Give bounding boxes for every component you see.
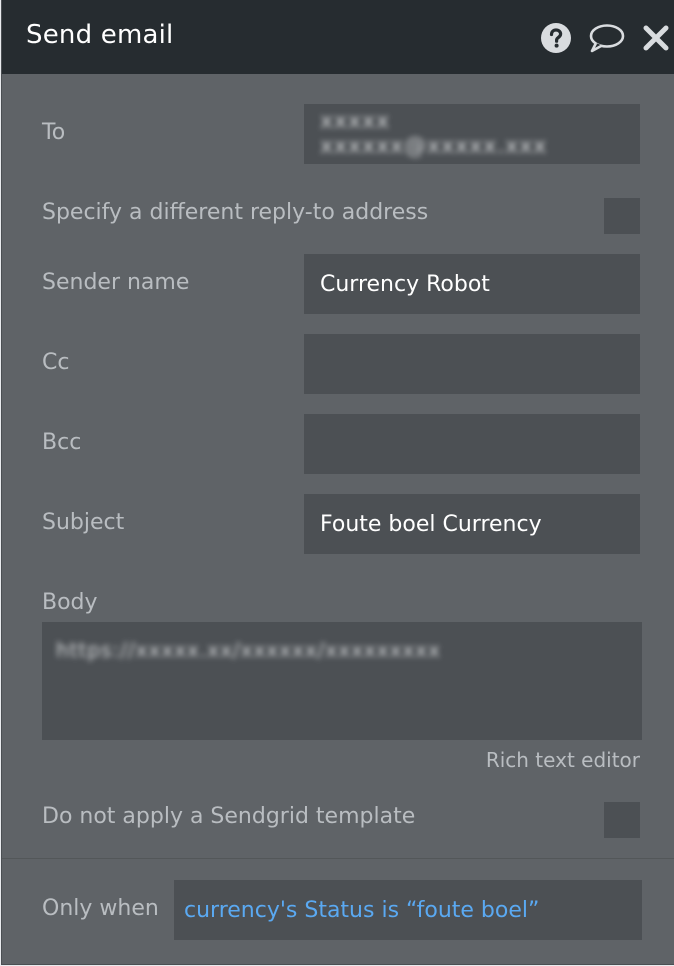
rich-text-editor-link[interactable]: Rich text editor	[486, 748, 640, 772]
panel-header: Send email	[2, 0, 674, 74]
only-when-expression[interactable]: currency's Status is “foute boel”	[184, 898, 539, 923]
sendgrid-checkbox[interactable]	[604, 802, 640, 838]
reply-to-checkbox[interactable]	[604, 198, 640, 234]
divider	[2, 858, 674, 859]
sendgrid-label: Do not apply a Sendgrid template	[42, 804, 416, 829]
only-when-field[interactable]: currency's Status is “foute boel”	[174, 880, 642, 940]
to-field[interactable]: xxxxx xxxxxx@xxxxx.xxx	[304, 104, 640, 164]
cc-label: Cc	[42, 350, 70, 375]
to-value: xxxxx xxxxxx@xxxxx.xxx	[320, 109, 548, 159]
to-label: To	[42, 120, 66, 145]
body-value: https://xxxxx.xx/xxxxxx/xxxxxxxxx	[56, 638, 441, 662]
sender-name-label: Sender name	[42, 270, 190, 295]
subject-field[interactable]: Foute boel Currency	[304, 494, 640, 554]
close-icon[interactable]	[642, 22, 670, 54]
bcc-label: Bcc	[42, 430, 82, 455]
send-email-panel: Send email To xxxxx xxxxxx@xxxxx.xxx Spe…	[2, 0, 674, 964]
bcc-field[interactable]	[304, 414, 640, 474]
sender-name-field[interactable]: Currency Robot	[304, 254, 640, 314]
reply-to-label: Specify a different reply-to address	[42, 200, 429, 225]
panel-title: Send email	[26, 20, 174, 50]
cc-field[interactable]	[304, 334, 640, 394]
comment-icon[interactable]	[588, 22, 626, 54]
help-icon[interactable]	[540, 22, 572, 54]
subject-label: Subject	[42, 510, 125, 535]
only-when-label: Only when	[42, 896, 159, 921]
body-field[interactable]: https://xxxxx.xx/xxxxxx/xxxxxxxxx	[42, 622, 642, 740]
body-label: Body	[42, 590, 98, 615]
